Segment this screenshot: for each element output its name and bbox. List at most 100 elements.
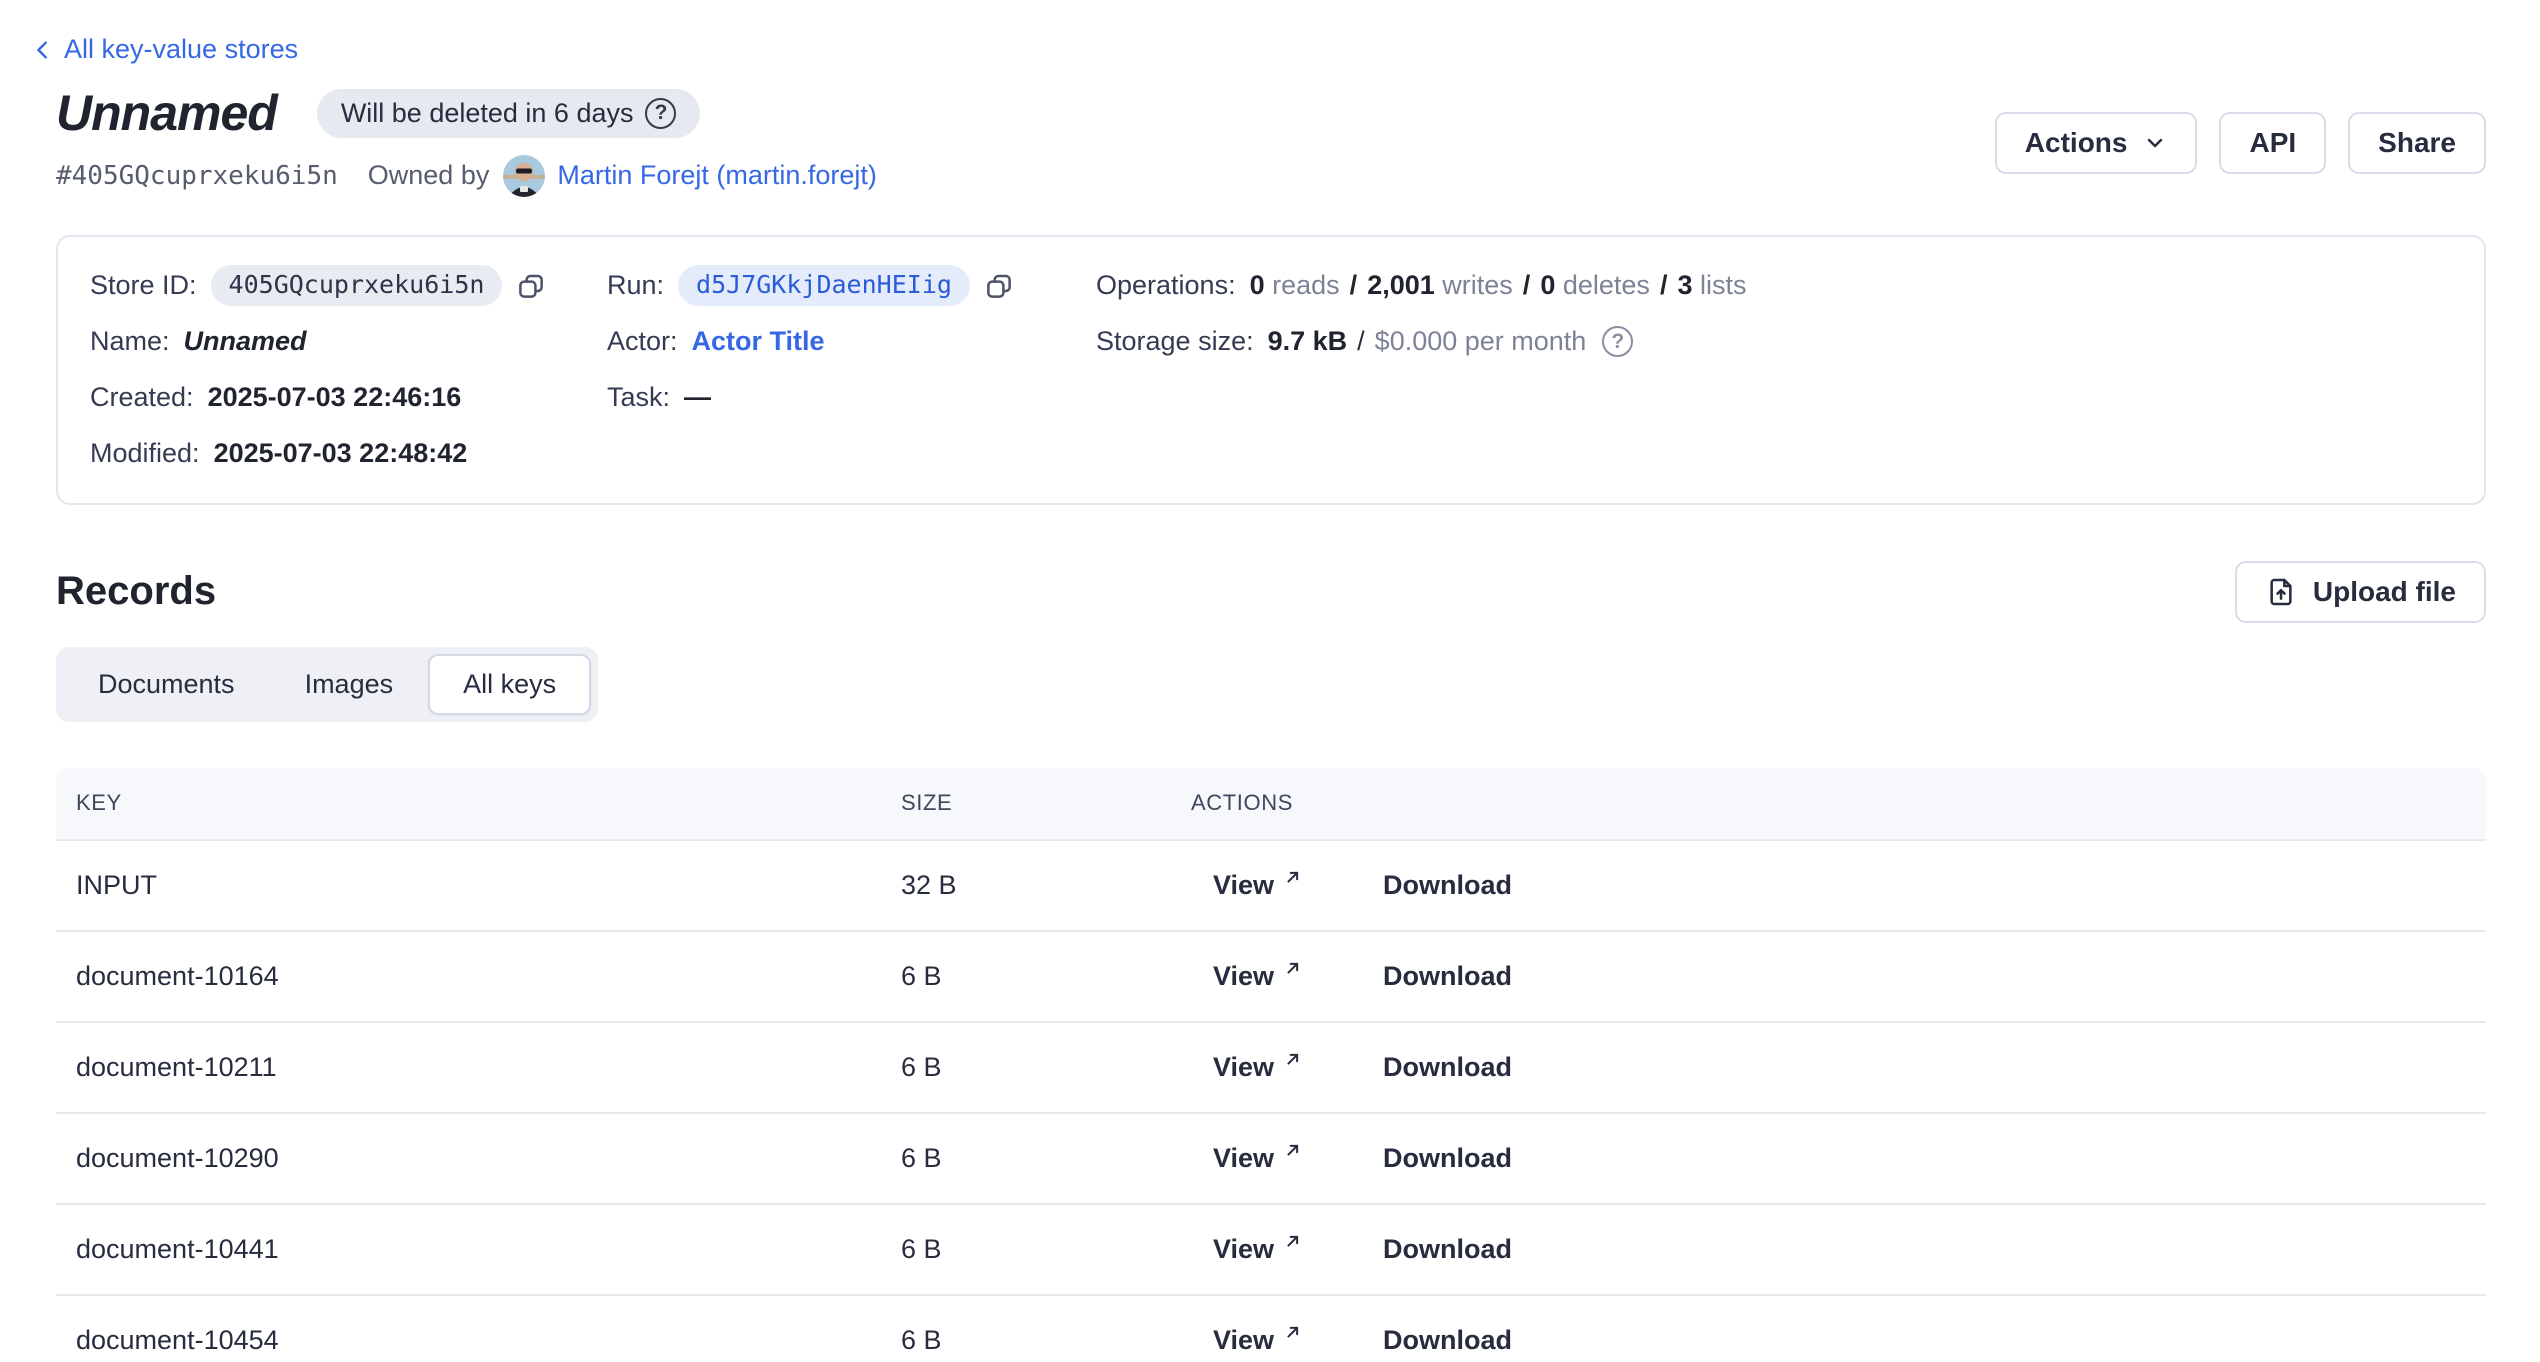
view-link-label: View xyxy=(1213,1052,1274,1083)
reads-word: reads xyxy=(1272,270,1340,301)
reads-count: 0 xyxy=(1250,270,1265,301)
api-button[interactable]: API xyxy=(2219,112,2326,174)
store-id-row: Store ID: 405GQcuprxeku6i5n xyxy=(90,258,607,314)
record-actions: View Download xyxy=(1191,1143,2486,1174)
copy-icon[interactable] xyxy=(984,271,1014,301)
view-link-label: View xyxy=(1213,961,1274,992)
modified-value: 2025-07-03 22:48:42 xyxy=(214,438,468,469)
separator: / xyxy=(1650,270,1678,301)
modified-row: Modified: 2025-07-03 22:48:42 xyxy=(90,426,607,482)
view-link-label: View xyxy=(1213,1234,1274,1265)
external-link-icon xyxy=(1282,955,1304,986)
record-size: 6 B xyxy=(901,1052,1191,1083)
created-value: 2025-07-03 22:46:16 xyxy=(208,382,462,413)
tab-documents[interactable]: Documents xyxy=(63,654,270,715)
key-value-store-page: All key-value stores Unnamed Will be del… xyxy=(0,0,2540,1362)
actions-button-label: Actions xyxy=(2025,127,2128,159)
separator: / xyxy=(1340,270,1368,301)
record-key: document-10441 xyxy=(56,1234,901,1265)
store-id-label: Store ID: xyxy=(90,270,197,301)
owner-link[interactable]: Martin Forejt (martin.forejt) xyxy=(557,160,877,191)
download-link[interactable]: Download xyxy=(1383,1234,1512,1265)
view-link-label: View xyxy=(1213,870,1274,901)
storage-cost: $0.000 per month xyxy=(1375,326,1587,357)
created-label: Created: xyxy=(90,382,194,413)
header-left: Unnamed Will be deleted in 6 days ? #405… xyxy=(56,86,877,197)
help-circle-icon[interactable]: ? xyxy=(645,98,676,129)
actor-label: Actor: xyxy=(607,326,678,357)
records-tabs: Documents Images All keys xyxy=(56,647,598,722)
operations-row: Operations: 0 reads / 2,001 writes / 0 d… xyxy=(1096,258,2452,314)
chevron-down-icon xyxy=(2143,131,2167,155)
upload-file-button[interactable]: Upload file xyxy=(2235,561,2486,623)
record-key: document-10211 xyxy=(56,1052,901,1083)
upload-file-label: Upload file xyxy=(2313,576,2456,608)
tab-images[interactable]: Images xyxy=(270,654,429,715)
share-button-label: Share xyxy=(2378,127,2456,159)
view-link[interactable]: View xyxy=(1213,1143,1304,1174)
table-body: INPUT 32 B View Download xyxy=(56,841,2486,1362)
tab-all-keys[interactable]: All keys xyxy=(428,654,591,715)
created-row: Created: 2025-07-03 22:46:16 xyxy=(90,370,607,426)
actor-row: Actor: Actor Title xyxy=(607,314,1096,370)
storage-size-label: Storage size: xyxy=(1096,326,1254,357)
page-header: Unnamed Will be deleted in 6 days ? #405… xyxy=(56,86,2486,197)
store-hash: #405GQcuprxeku6i5n xyxy=(56,161,338,191)
lists-word: lists xyxy=(1700,270,1747,301)
writes-count: 2,001 xyxy=(1367,270,1435,301)
download-link[interactable]: Download xyxy=(1383,870,1512,901)
column-header-actions: ACTIONS xyxy=(1191,790,2486,816)
help-circle-icon[interactable]: ? xyxy=(1602,326,1633,357)
actor-link[interactable]: Actor Title xyxy=(692,326,825,357)
table-row: document-10454 6 B View Download xyxy=(56,1296,2486,1362)
record-key: document-10454 xyxy=(56,1325,901,1356)
record-actions: View Download xyxy=(1191,961,2486,992)
page-title: Unnamed xyxy=(56,86,277,141)
store-info-card: Store ID: 405GQcuprxeku6i5n Name: Unname… xyxy=(56,235,2486,505)
owned-by-label: Owned by xyxy=(368,160,490,191)
header-buttons: Actions API Share xyxy=(1995,112,2486,197)
breadcrumb[interactable]: All key-value stores xyxy=(32,34,298,65)
column-header-size: SIZE xyxy=(901,790,1191,816)
operations-label: Operations: xyxy=(1096,270,1236,301)
name-row: Name: Unnamed xyxy=(90,314,607,370)
external-link-icon xyxy=(1282,1046,1304,1077)
record-actions: View Download xyxy=(1191,1325,2486,1356)
view-link[interactable]: View xyxy=(1213,1234,1304,1265)
run-label: Run: xyxy=(607,270,664,301)
view-link[interactable]: View xyxy=(1213,1052,1304,1083)
download-link[interactable]: Download xyxy=(1383,961,1512,992)
task-row: Task: — xyxy=(607,370,1096,426)
deletes-word: deletes xyxy=(1563,270,1650,301)
view-link-label: View xyxy=(1213,1143,1274,1174)
store-id-value: 405GQcuprxeku6i5n xyxy=(211,265,503,306)
upload-file-icon xyxy=(2265,576,2297,608)
download-link[interactable]: Download xyxy=(1383,1143,1512,1174)
table-row: document-10441 6 B View Download xyxy=(56,1205,2486,1296)
view-link[interactable]: View xyxy=(1213,870,1304,901)
records-table: KEY SIZE ACTIONS INPUT 32 B View xyxy=(56,768,2486,1362)
actions-button[interactable]: Actions xyxy=(1995,112,2198,174)
deletes-count: 0 xyxy=(1540,270,1555,301)
deletion-badge-label: Will be deleted in 6 days xyxy=(341,98,634,129)
download-link[interactable]: Download xyxy=(1383,1052,1512,1083)
deletion-badge: Will be deleted in 6 days ? xyxy=(317,89,701,138)
record-actions: View Download xyxy=(1191,1234,2486,1265)
view-link[interactable]: View xyxy=(1213,961,1304,992)
share-button[interactable]: Share xyxy=(2348,112,2486,174)
api-button-label: API xyxy=(2249,127,2296,159)
run-id-value[interactable]: d5J7GKkjDaenHEIig xyxy=(678,265,970,306)
table-row: document-10164 6 B View Download xyxy=(56,932,2486,1023)
avatar xyxy=(503,155,545,197)
record-size: 6 B xyxy=(901,961,1191,992)
record-size: 6 B xyxy=(901,1325,1191,1356)
task-label: Task: xyxy=(607,382,670,413)
download-link[interactable]: Download xyxy=(1383,1325,1512,1356)
writes-word: writes xyxy=(1442,270,1513,301)
lists-count: 3 xyxy=(1677,270,1692,301)
copy-icon[interactable] xyxy=(516,271,546,301)
record-key: INPUT xyxy=(56,870,901,901)
records-heading: Records xyxy=(56,569,216,614)
view-link[interactable]: View xyxy=(1213,1325,1304,1356)
external-link-icon xyxy=(1282,1319,1304,1350)
